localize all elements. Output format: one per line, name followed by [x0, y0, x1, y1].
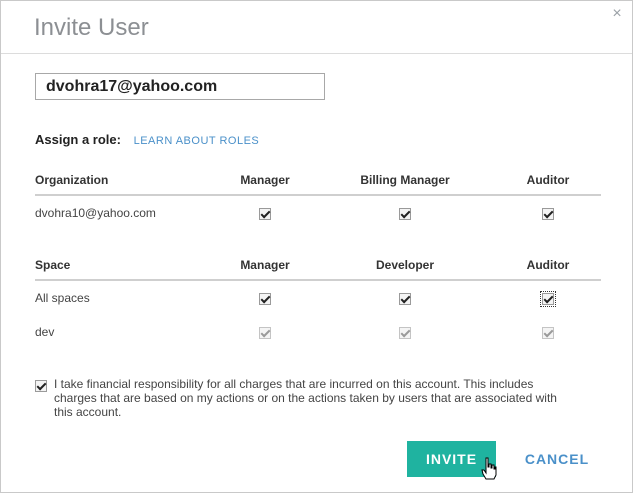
- all-spaces-auditor-checkbox[interactable]: [540, 290, 556, 307]
- invite-user-dialog: Invite User × Assign a role: LEARN ABOUT…: [0, 0, 633, 493]
- space-header-auditor: Auditor: [495, 251, 601, 281]
- financial-responsibility-agreement: I take financial responsibility for all …: [35, 377, 575, 419]
- dev-auditor-checkbox: [542, 326, 554, 339]
- organization-roles-table: Organization Manager Billing Manager Aud…: [35, 166, 601, 230]
- table-row: dev: [35, 315, 601, 349]
- space-header-space: Space: [35, 251, 215, 281]
- assign-role-row: Assign a role: LEARN ABOUT ROLES: [35, 132, 259, 147]
- space-name: All spaces: [35, 291, 90, 305]
- email-field[interactable]: [35, 73, 325, 100]
- cancel-button[interactable]: CANCEL: [517, 441, 597, 477]
- org-header-organization: Organization: [35, 166, 215, 196]
- org-header-billing-manager: Billing Manager: [315, 166, 495, 196]
- assign-role-label: Assign a role:: [35, 132, 121, 147]
- dev-developer-checkbox: [399, 326, 411, 339]
- space-roles-table: Space Manager Developer Auditor All spac…: [35, 251, 601, 349]
- table-row: All spaces: [35, 280, 601, 315]
- financial-responsibility-text: I take financial responsibility for all …: [54, 377, 557, 419]
- org-name: dvohra10@yahoo.com: [35, 206, 156, 220]
- space-header-manager: Manager: [215, 251, 315, 281]
- org-header-manager: Manager: [215, 166, 315, 196]
- space-name: dev: [35, 325, 55, 339]
- dev-manager-checkbox: [259, 326, 271, 339]
- org-auditor-checkbox[interactable]: [542, 207, 554, 220]
- org-billing-manager-checkbox[interactable]: [399, 207, 411, 220]
- org-header-auditor: Auditor: [495, 166, 601, 196]
- space-header-developer: Developer: [315, 251, 495, 281]
- dialog-title: Invite User: [34, 14, 149, 41]
- table-row: dvohra10@yahoo.com: [35, 195, 601, 230]
- hand-cursor-icon: [481, 457, 497, 480]
- all-spaces-manager-checkbox[interactable]: [259, 292, 271, 305]
- financial-responsibility-checkbox[interactable]: [35, 380, 47, 392]
- close-icon[interactable]: ×: [610, 6, 624, 22]
- dialog-header: Invite User ×: [1, 1, 632, 54]
- org-manager-checkbox[interactable]: [259, 207, 271, 220]
- learn-about-roles-link[interactable]: LEARN ABOUT ROLES: [134, 135, 260, 147]
- all-spaces-developer-checkbox[interactable]: [399, 292, 411, 305]
